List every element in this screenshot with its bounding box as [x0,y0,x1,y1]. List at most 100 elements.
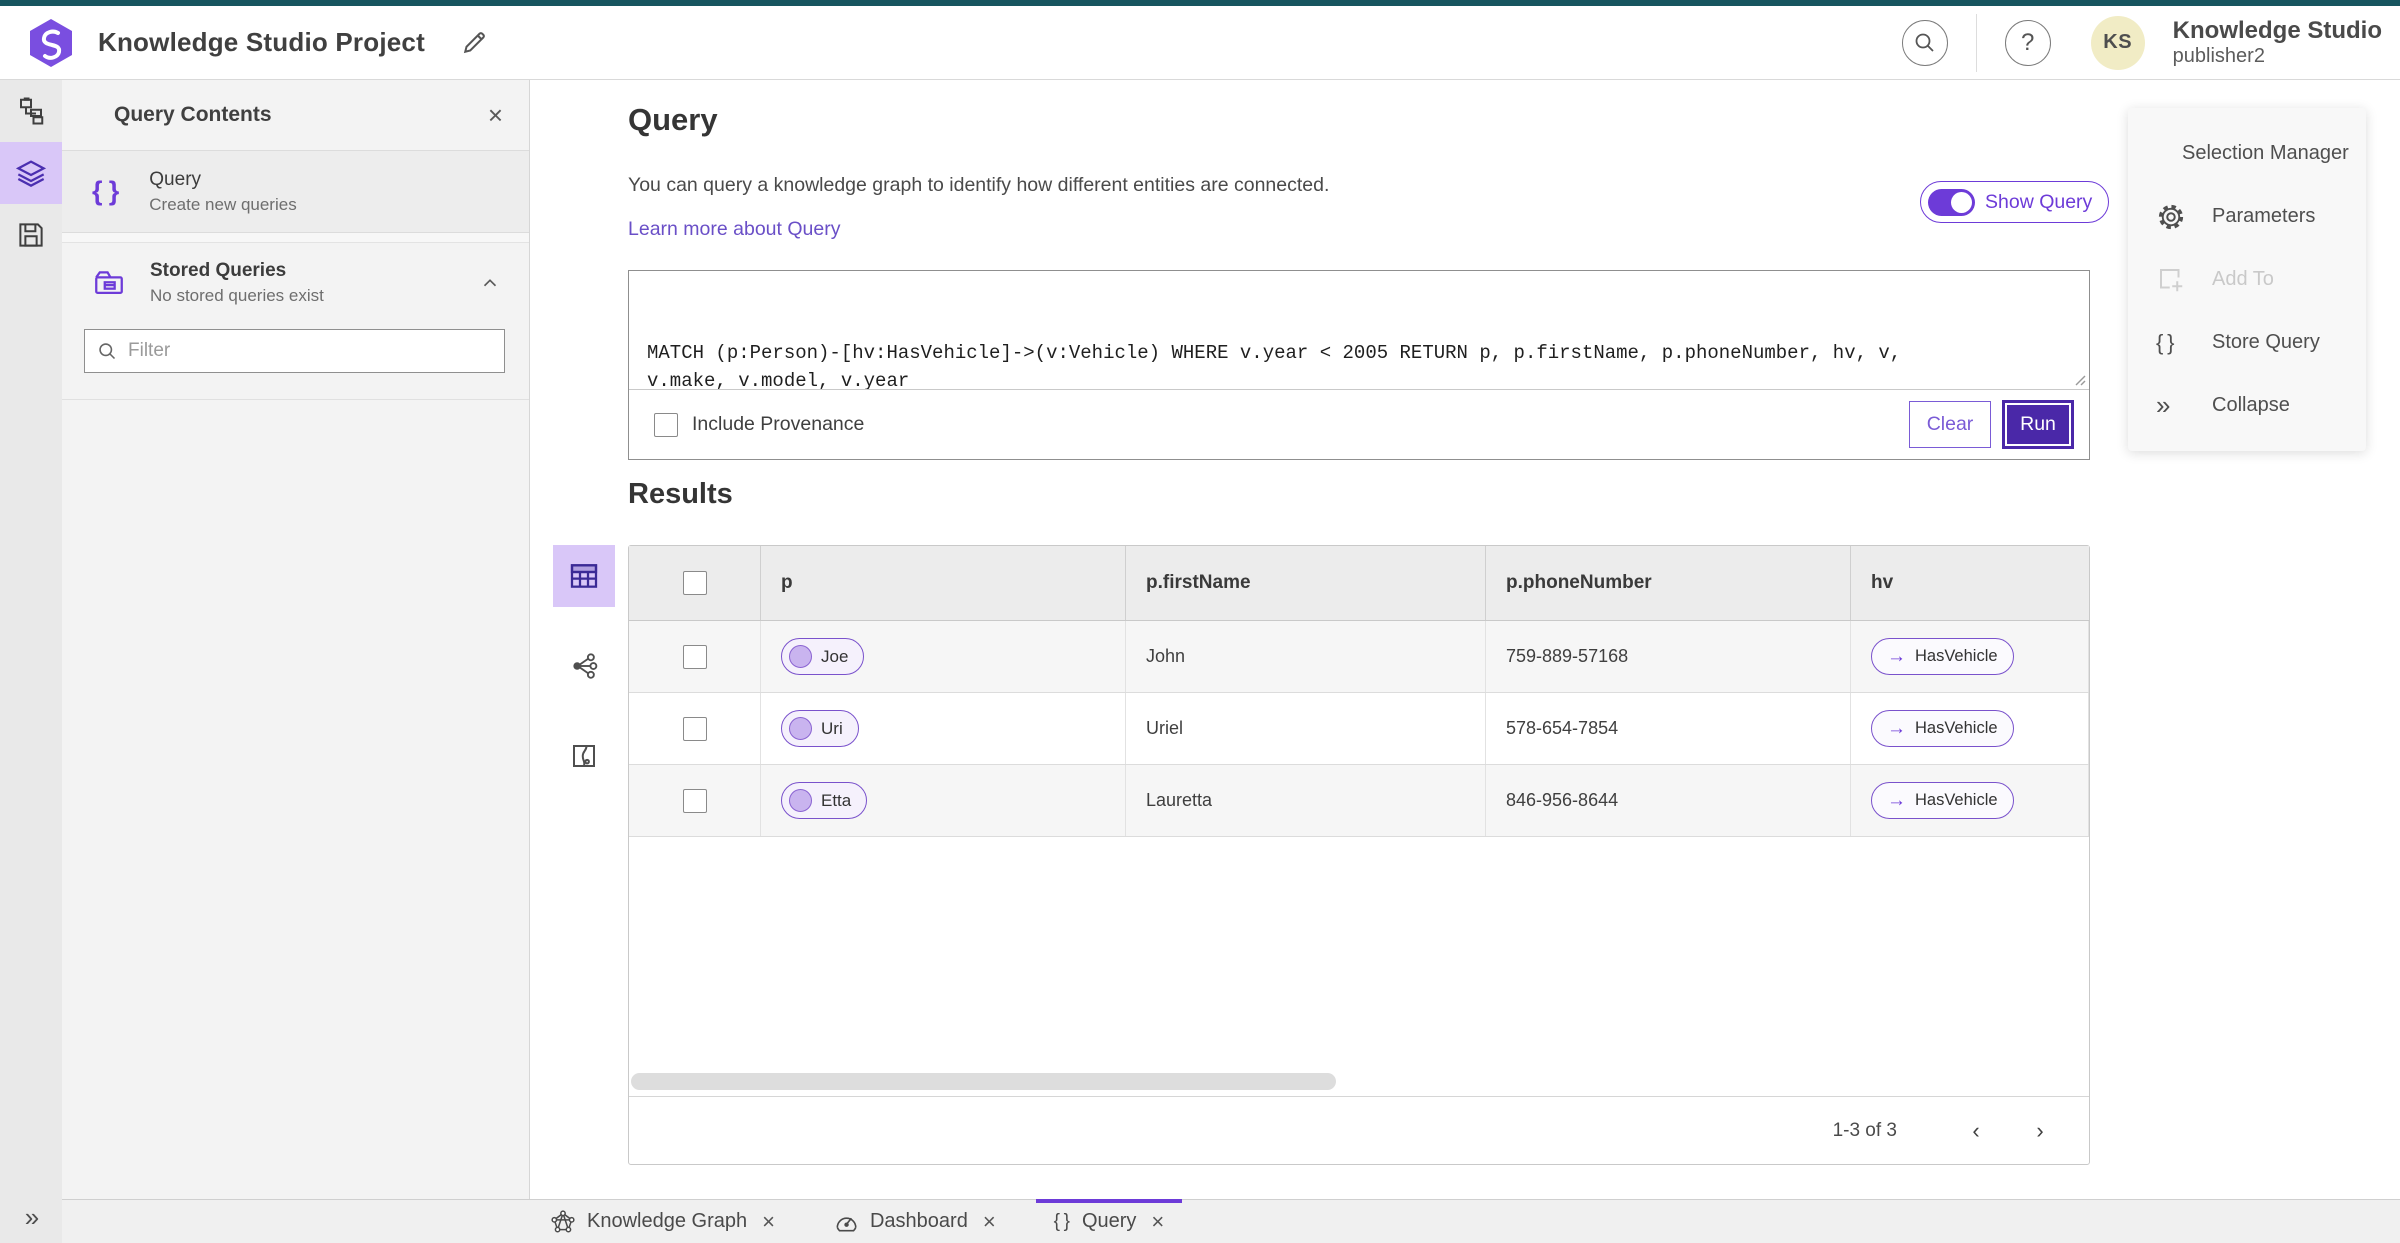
include-provenance-label: Include Provenance [692,413,865,435]
tab-dashboard[interactable]: Dashboard × [815,1200,1014,1243]
menu-item-selection-manager[interactable]: Selection Manager [2128,122,2366,185]
chevron-right-icon: › [2036,1117,2044,1143]
horizontal-scrollbar[interactable] [631,1073,1336,1090]
gauge-icon [836,1216,857,1231]
avatar[interactable]: KS [2090,15,2145,70]
entity-pill[interactable]: Etta [781,782,868,819]
query-textarea[interactable]: MATCH (p:Person)-[hv:HasVehicle]->(v:Veh… [629,271,2089,390]
filter-input[interactable] [128,340,492,362]
table-footer: 1-3 of 3 ‹ › [629,1096,2089,1164]
rail-item-layers[interactable] [0,142,62,204]
next-page-button[interactable]: › [2017,1108,2063,1154]
relationship-label: HasVehicle [1915,791,1998,809]
table-row[interactable]: Joe John 759-889-57168 → HasVehicle [629,621,2089,693]
cell-phonenumber: 759-889-57168 [1486,621,1851,692]
user-role: publisher2 [2172,44,2265,67]
clear-button[interactable]: Clear [1909,401,1991,448]
rail-expand-button[interactable]: » [0,1202,62,1233]
edit-title-icon[interactable] [459,28,489,58]
graph-icon [551,1209,575,1233]
user-block[interactable]: Knowledge Studio publisher2 [2173,17,2382,68]
top-bar: Knowledge Studio Project ? KS Knowledge … [0,0,2400,80]
menu-item-store-query[interactable]: { } Store Query [2128,311,2366,374]
close-panel-icon[interactable]: × [488,102,503,128]
rail-item-save[interactable] [0,204,62,266]
entity-dot-icon [789,645,812,668]
map-view-icon [573,745,595,767]
entity-pill[interactable]: Joe [781,638,865,675]
column-header-phonenumber[interactable]: p.phoneNumber [1486,546,1851,620]
prev-page-button[interactable]: ‹ [1953,1108,1999,1154]
search-icon [1915,33,1934,52]
include-provenance-checkbox[interactable] [654,412,678,437]
folder-icon [95,271,123,295]
column-header-p[interactable]: p [761,546,1126,620]
results-view-toolbar [553,545,615,815]
help-button[interactable]: ? [2004,19,2051,66]
query-contents-panel: Query Contents × { } Query Create new qu… [62,80,530,1199]
relationship-pill[interactable]: → HasVehicle [1871,782,2014,819]
stored-queries-header[interactable]: Stored Queries No stored queries exist [62,243,529,323]
rail-item-data-model[interactable] [0,80,62,142]
chevron-left-icon: ‹ [1972,1117,1980,1143]
close-tab-icon[interactable]: × [1151,1209,1164,1235]
braces-icon: { } [1053,1210,1071,1232]
table-row[interactable]: Etta Lauretta 846-956-8644 → HasVehicle [629,765,2089,837]
table-view-icon [570,564,598,588]
show-query-toggle[interactable]: Show Query [1920,181,2110,223]
gear-icon [2158,204,2184,229]
column-header-hv[interactable]: hv [1851,546,2089,620]
panel-item-query[interactable]: { } Query Create new queries [62,151,529,233]
menu-item-label: Add To [2212,268,2274,290]
query-text: MATCH (p:Person)-[hv:HasVehicle]->(v:Veh… [647,342,1913,390]
menu-item-parameters[interactable]: Parameters [2128,185,2366,248]
close-tab-icon[interactable]: × [762,1209,775,1235]
query-side-menu: Selection Manager Parameters Add To {} … [2128,108,2366,451]
layers-icon [15,160,47,187]
stored-queries-description: No stored queries exist [150,286,324,305]
entity-label: Joe [821,646,849,666]
map-view-button[interactable] [553,725,615,787]
arrow-right-icon: → [1887,789,1906,811]
table-row[interactable]: Uri Uriel 578-654-7854 → HasVehicle [629,693,2089,765]
entity-dot-icon [789,717,812,740]
entity-label: Uri [821,718,843,738]
query-description: You can query a knowledge graph to ident… [628,174,1330,196]
show-query-label: Show Query [1985,190,2093,213]
chevron-up-icon[interactable] [479,272,501,294]
run-button[interactable]: Run [2005,403,2071,446]
row-checkbox[interactable] [682,716,707,741]
row-checkbox[interactable] [682,644,707,669]
entity-pill[interactable]: Uri [781,710,859,747]
relationship-label: HasVehicle [1915,719,1998,737]
panel-item-label: Query [149,168,202,190]
search-icon [99,342,116,359]
entity-dot-icon [789,789,812,812]
column-header-firstname[interactable]: p.firstName [1126,546,1486,620]
menu-item-label: Collapse [2212,394,2290,416]
save-icon [19,223,43,247]
braces-icon: { } [92,176,122,206]
arrow-right-icon: → [1887,717,1906,739]
tab-label: Knowledge Graph [587,1210,748,1232]
resize-handle-icon[interactable] [2072,372,2086,386]
select-all-checkbox[interactable] [682,571,707,595]
tab-query[interactable]: { } Query × [1035,1199,1183,1243]
cell-firstname: John [1126,621,1486,692]
relationship-pill[interactable]: → HasVehicle [1871,710,2014,747]
relationship-pill[interactable]: → HasVehicle [1871,638,2014,675]
question-icon: ? [2020,28,2035,56]
close-tab-icon[interactable]: × [983,1209,996,1235]
tab-knowledge-graph[interactable]: Knowledge Graph × [532,1200,793,1243]
arrow-right-icon: → [1887,645,1906,667]
panel-title: Query Contents [114,103,272,126]
app-logo-icon [30,18,72,67]
search-button[interactable] [1901,19,1948,66]
link-chart-view-button[interactable] [553,635,615,697]
results-title: Results [628,478,733,510]
row-checkbox[interactable] [682,788,707,813]
learn-more-link[interactable]: Learn more about Query [628,218,840,241]
menu-item-collapse[interactable]: » Collapse [2128,374,2366,437]
cell-firstname: Uriel [1126,693,1486,764]
table-view-button[interactable] [553,545,615,607]
